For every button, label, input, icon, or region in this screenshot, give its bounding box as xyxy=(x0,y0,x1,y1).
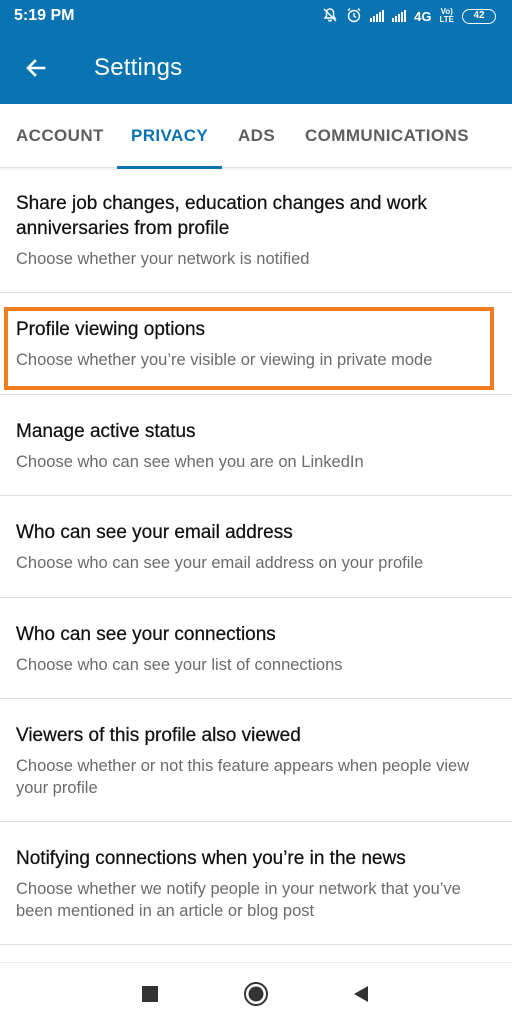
setting-subtitle: Choose whether we notify people in your … xyxy=(16,880,461,920)
setting-profile-viewing-options[interactable]: Profile viewing options Choose whether y… xyxy=(0,293,512,395)
tab-label: ADS xyxy=(238,125,276,145)
setting-email-visibility[interactable]: Who can see your email address Choose wh… xyxy=(0,496,512,598)
setting-title: Profile viewing options xyxy=(16,319,206,340)
setting-subtitle: Choose who can see when you are on Linke… xyxy=(16,453,364,471)
tab-ads[interactable]: ADS xyxy=(238,104,275,168)
status-time: 5:19 PM xyxy=(14,7,75,24)
nav-back-button[interactable] xyxy=(348,981,374,1007)
setting-title: Manage active status xyxy=(16,421,196,442)
tab-bar: ACCOUNT PRIVACY ADS COMMUNICATIONS xyxy=(0,104,512,169)
tab-label: COMMUNICATIONS xyxy=(305,125,469,145)
setting-subtitle: Choose who can see your email address on… xyxy=(16,554,424,572)
setting-notifying-connections-news[interactable]: Notifying connections when you’re in the… xyxy=(0,822,512,945)
square-icon xyxy=(142,986,158,1002)
setting-title: Who can see your email address xyxy=(16,522,293,543)
setting-manage-active-status[interactable]: Manage active status Choose who can see … xyxy=(0,395,512,496)
battery-icon: 42 xyxy=(462,8,496,24)
mute-icon xyxy=(322,7,338,26)
setting-title: Viewers of this profile also viewed xyxy=(16,725,301,746)
recents-button[interactable] xyxy=(137,981,163,1007)
signal-icon xyxy=(392,10,407,22)
circle-icon xyxy=(244,982,268,1006)
setting-title: Share job changes, education changes and… xyxy=(16,193,427,239)
signal-icon xyxy=(370,10,385,22)
tab-label: PRIVACY xyxy=(131,125,209,145)
back-button[interactable] xyxy=(0,32,76,104)
back-arrow-icon xyxy=(26,59,46,77)
network-type: 4G xyxy=(414,8,432,24)
triangle-back-icon xyxy=(354,986,368,1002)
volte-indicator: Vo) LTE xyxy=(439,7,454,24)
page-title: Settings xyxy=(94,54,183,81)
system-nav-bar xyxy=(0,962,512,1024)
setting-viewers-also-viewed[interactable]: Viewers of this profile also viewed Choo… xyxy=(0,699,512,822)
home-button[interactable] xyxy=(243,981,269,1007)
tab-communications[interactable]: COMMUNICATIONS xyxy=(305,104,469,168)
setting-subtitle: Choose whether you’re visible or viewing… xyxy=(16,351,433,369)
alarm-icon xyxy=(346,7,362,26)
setting-title: Who can see your connections xyxy=(16,624,276,645)
setting-subtitle: Choose who can see your list of connecti… xyxy=(16,656,343,674)
setting-share-job-changes[interactable]: Share job changes, education changes and… xyxy=(0,169,512,293)
status-bar: 5:19 PM 4G Vo) LTE 42 xyxy=(0,0,512,32)
setting-connections-visibility[interactable]: Who can see your connections Choose who … xyxy=(0,598,512,699)
setting-subtitle: Choose whether your network is notified xyxy=(16,250,310,268)
tab-account[interactable]: ACCOUNT xyxy=(16,104,104,168)
setting-title: Notifying connections when you’re in the… xyxy=(16,848,406,869)
battery-level: 42 xyxy=(473,10,485,21)
tab-privacy[interactable]: PRIVACY xyxy=(116,104,223,169)
app-bar: Settings xyxy=(0,32,512,104)
setting-subtitle: Choose whether or not this feature appea… xyxy=(16,757,470,797)
status-icons: 4G Vo) LTE 42 xyxy=(322,7,496,26)
tab-label: ACCOUNT xyxy=(16,125,104,145)
